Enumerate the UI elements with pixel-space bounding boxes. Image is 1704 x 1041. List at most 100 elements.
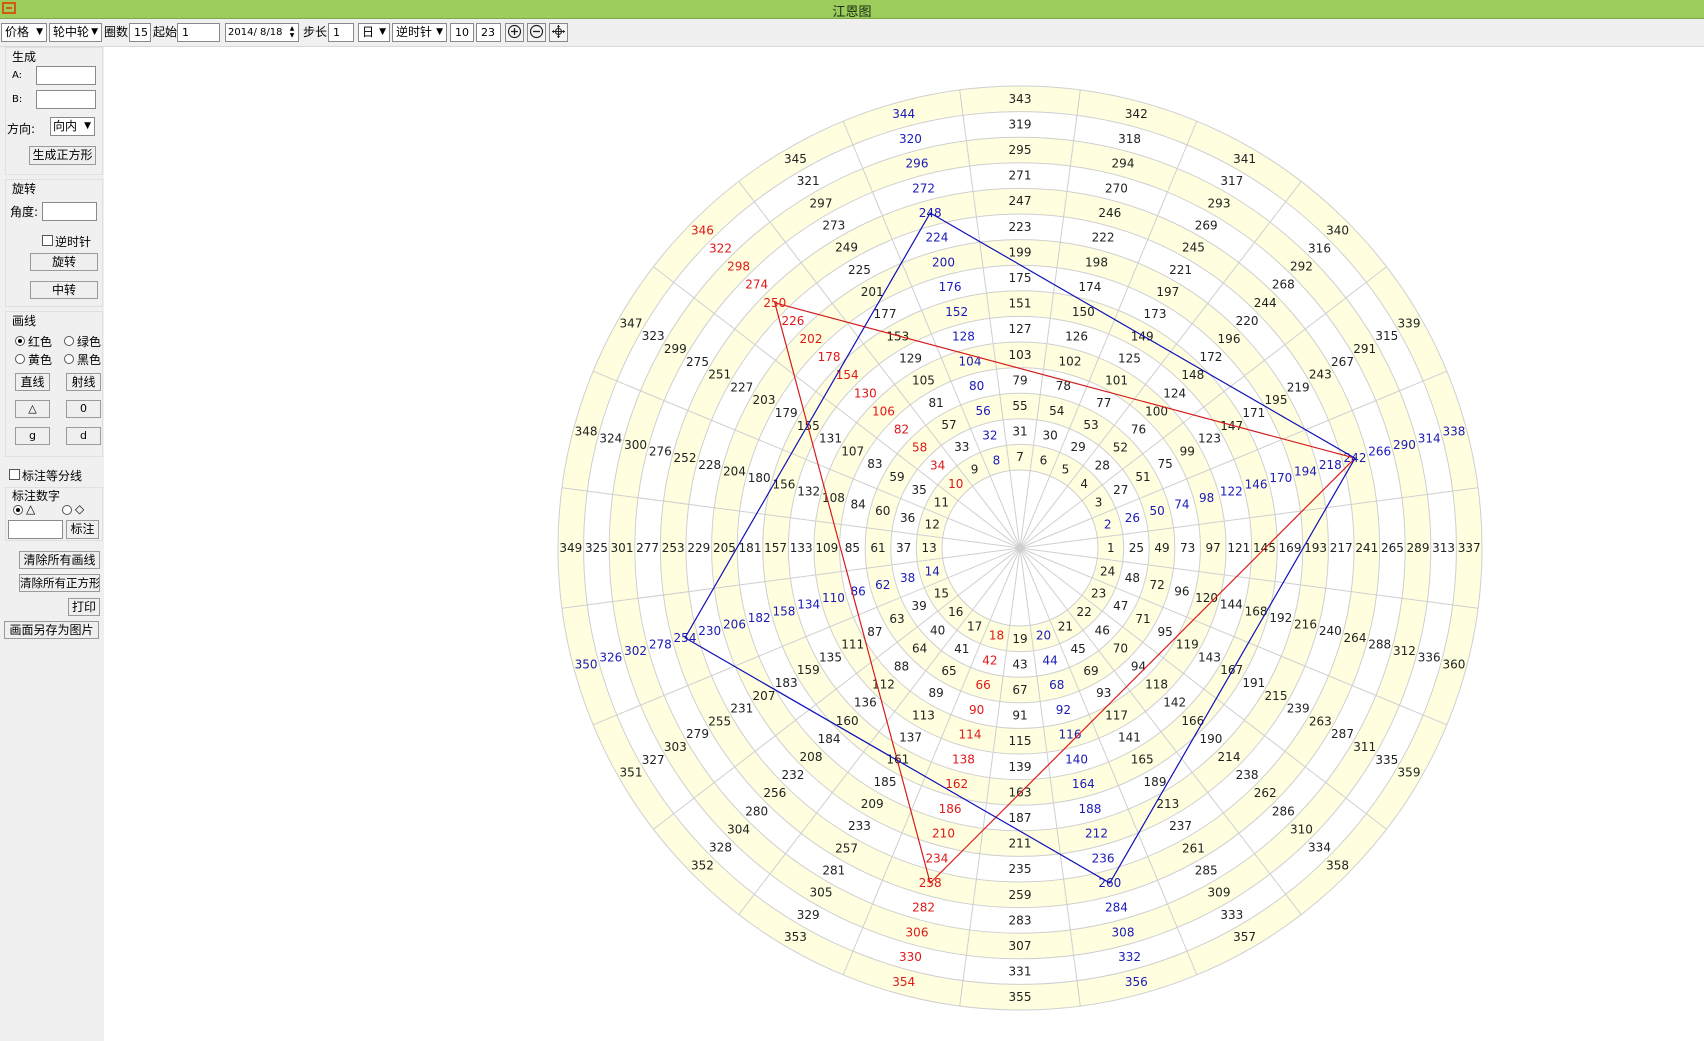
- wheel-number: 162: [945, 777, 968, 791]
- radio-green[interactable]: [64, 336, 74, 346]
- wheel-number: 349: [559, 541, 582, 555]
- wheel-number: 39: [912, 599, 927, 613]
- line-button[interactable]: 直线: [15, 373, 50, 391]
- gann-wheel[interactable]: 123456789101112131415161718 19 20212223242…: [104, 47, 1704, 1041]
- wheel-number: 113: [912, 708, 935, 722]
- start-input[interactable]: 1: [177, 23, 220, 42]
- wheel-number: 355: [1009, 990, 1032, 1004]
- wheel-number: 75: [1157, 457, 1172, 471]
- ccw-checkbox[interactable]: [42, 235, 53, 246]
- mark-equal-checkbox[interactable]: [9, 469, 20, 480]
- wheel-number: 345: [784, 152, 807, 166]
- wheel-number: 172: [1199, 350, 1222, 364]
- center-rotate-button[interactable]: 中转: [30, 281, 98, 299]
- radio-yellow[interactable]: [15, 354, 25, 364]
- wheel-number: 214: [1218, 750, 1241, 764]
- radio-diamond[interactable]: [62, 505, 72, 515]
- wheel-number: 330: [899, 950, 922, 964]
- wheel-number: 194: [1294, 465, 1317, 479]
- rotate-button[interactable]: 旋转: [30, 253, 98, 271]
- direction-select[interactable]: 逆时针 ▼: [392, 23, 447, 42]
- wheel-number: 89: [929, 686, 944, 700]
- wheel-number: 152: [945, 305, 968, 319]
- wheel-number: 315: [1375, 329, 1398, 343]
- wheel-number: 317: [1220, 174, 1243, 188]
- unit-select-value: 日: [362, 25, 375, 39]
- wheel-number: 91: [1012, 709, 1027, 723]
- wheel-number: 314: [1418, 431, 1441, 445]
- wheel-number: 320: [899, 132, 922, 146]
- wheel-number: 118: [1145, 678, 1168, 692]
- g-button[interactable]: g: [15, 427, 50, 445]
- clear-squares-button[interactable]: 清除所有正方形: [19, 574, 100, 592]
- spin-arrows-icon[interactable]: ▲ ▼: [287, 25, 297, 40]
- ray-button[interactable]: 射线: [66, 373, 101, 391]
- circles-input[interactable]: 15: [129, 23, 151, 42]
- wheel-number: 55: [1012, 399, 1027, 413]
- mode-select[interactable]: 轮中轮 ▼: [49, 23, 102, 42]
- wheel-number: 56: [976, 404, 991, 418]
- move-button[interactable]: [549, 23, 568, 42]
- wheel-number: 72: [1150, 578, 1165, 592]
- step-input[interactable]: 1: [328, 23, 354, 42]
- rotate-heading: 旋转: [12, 182, 37, 196]
- wheel-number: 326: [599, 651, 622, 665]
- radio-triangle[interactable]: [13, 505, 23, 515]
- mark-button[interactable]: 标注: [66, 520, 99, 539]
- wheel-number: 132: [797, 484, 820, 498]
- number-input-2[interactable]: 23: [476, 23, 501, 42]
- wheel-number: 246: [1098, 206, 1121, 220]
- wheel-number: 202: [800, 332, 823, 346]
- wheel-number: 183: [775, 676, 798, 690]
- wheel-number: 60: [875, 504, 890, 518]
- number-input-1[interactable]: 10: [450, 23, 474, 42]
- radio-red[interactable]: [15, 336, 25, 346]
- wheel-number: 174: [1078, 280, 1101, 294]
- wheel-number: 107: [841, 444, 864, 458]
- wheel-number: 186: [939, 802, 962, 816]
- direction-dropdown[interactable]: 向内 ▼: [50, 117, 95, 136]
- yellow-label: 黄色: [28, 353, 53, 367]
- zoom-in-button[interactable]: [505, 23, 524, 42]
- wheel-number: 189: [1144, 775, 1167, 789]
- wheel-number: 140: [1065, 752, 1088, 766]
- a-input[interactable]: [36, 66, 96, 85]
- clear-lines-button[interactable]: 清除所有画线: [19, 551, 100, 569]
- wheel-number: 41: [954, 642, 969, 656]
- triangle-button[interactable]: △: [15, 400, 50, 418]
- generate-square-button[interactable]: 生成正方形: [29, 146, 96, 165]
- chevron-down-icon: ▼: [436, 27, 443, 37]
- wheel-number: 157: [764, 541, 787, 555]
- zero-button[interactable]: 0: [66, 400, 101, 418]
- green-label: 绿色: [77, 335, 102, 349]
- wheel-number: 262: [1254, 786, 1277, 800]
- b-label: B:: [12, 94, 23, 105]
- wheel-number: 18: [989, 629, 1004, 643]
- chevron-down-icon: ▼: [379, 27, 386, 37]
- wheel-number: 353: [784, 930, 807, 944]
- wheel-number: 203: [753, 393, 776, 407]
- wheel-number: 234: [925, 851, 948, 865]
- wheel-number: 160: [836, 714, 859, 728]
- zoom-out-button[interactable]: [527, 23, 546, 42]
- wheel-number: 98: [1199, 491, 1214, 505]
- d-button[interactable]: d: [66, 427, 101, 445]
- toolbar: 价格 ▼ 轮中轮 ▼ 圈数 15 起始 1 2014/ 8/18 ▲ ▼ 步长 1 日…: [0, 19, 1704, 47]
- date-picker[interactable]: 2014/ 8/18 ▲ ▼: [225, 23, 299, 42]
- wheel-number: 40: [930, 623, 945, 637]
- angle-input[interactable]: [42, 202, 97, 221]
- wheel-number: 219: [1287, 380, 1310, 394]
- wheel-number: 85: [845, 541, 860, 555]
- mark-number-input[interactable]: [8, 520, 63, 539]
- radio-black[interactable]: [64, 354, 74, 364]
- save-image-button[interactable]: 画面另存为图片: [4, 621, 99, 639]
- type-select[interactable]: 价格 ▼: [1, 23, 47, 42]
- wheel-number: 1: [1107, 541, 1115, 555]
- print-button[interactable]: 打印: [68, 598, 100, 616]
- b-input[interactable]: [36, 90, 96, 109]
- unit-select[interactable]: 日 ▼: [358, 23, 390, 42]
- wheel-number: 86: [850, 584, 865, 598]
- wheel-number: 218: [1319, 458, 1342, 472]
- wheel-number: 106: [872, 404, 895, 418]
- wheel-number: 195: [1265, 393, 1288, 407]
